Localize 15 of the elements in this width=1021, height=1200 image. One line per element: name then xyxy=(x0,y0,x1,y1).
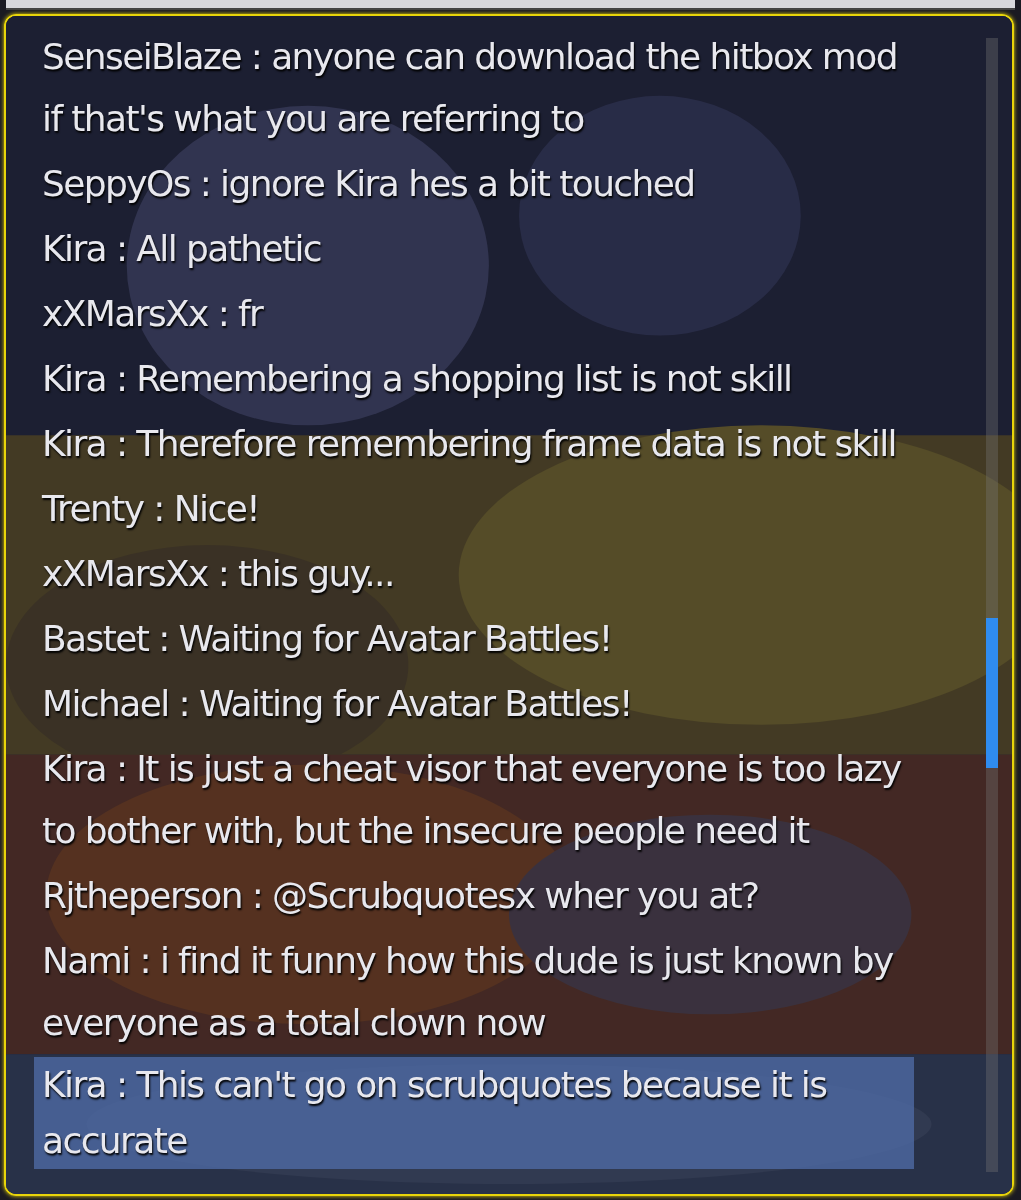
chat-message[interactable]: Trenty : Nice! xyxy=(34,478,914,540)
chat-message[interactable]: SenseiBlaze : anyone can download the hitbox mod if that's what you are referring to xyxy=(34,26,914,150)
chat-message[interactable]: Bastet : Waiting for Avatar Battles! xyxy=(34,608,914,670)
chat-message[interactable]: Nami : i find it funny how this dude is just known by everyone as a total clown now xyxy=(34,930,914,1054)
chat-message[interactable]: Kira : Therefore remembering frame data is not skill xyxy=(34,413,914,475)
scrollbar[interactable] xyxy=(986,38,998,1172)
chat-message[interactable]: Kira : It is just a cheat visor that everyone is too lazy to bother with, but the insecure people need it xyxy=(34,738,914,862)
chat-message[interactable]: SeppyOs : ignore Kira hes a bit touched xyxy=(34,153,914,215)
chat-message[interactable]: xXMarsXx : fr xyxy=(34,283,914,345)
chat-message[interactable]: Kira : This can't go on scrubquotes because it is accurate xyxy=(34,1057,914,1169)
chat-message[interactable]: xXMarsXx : this guy... xyxy=(34,543,914,605)
chat-message[interactable]: Michael : Waiting for Avatar Battles! xyxy=(34,673,914,735)
chat-message[interactable]: Kira : All pathetic xyxy=(34,218,914,280)
chat-message[interactable]: Kira : Remembering a shopping list is not skill xyxy=(34,348,914,410)
chat-message[interactable]: Rjtheperson : @Scrubquotesx wher you at? xyxy=(34,865,914,927)
